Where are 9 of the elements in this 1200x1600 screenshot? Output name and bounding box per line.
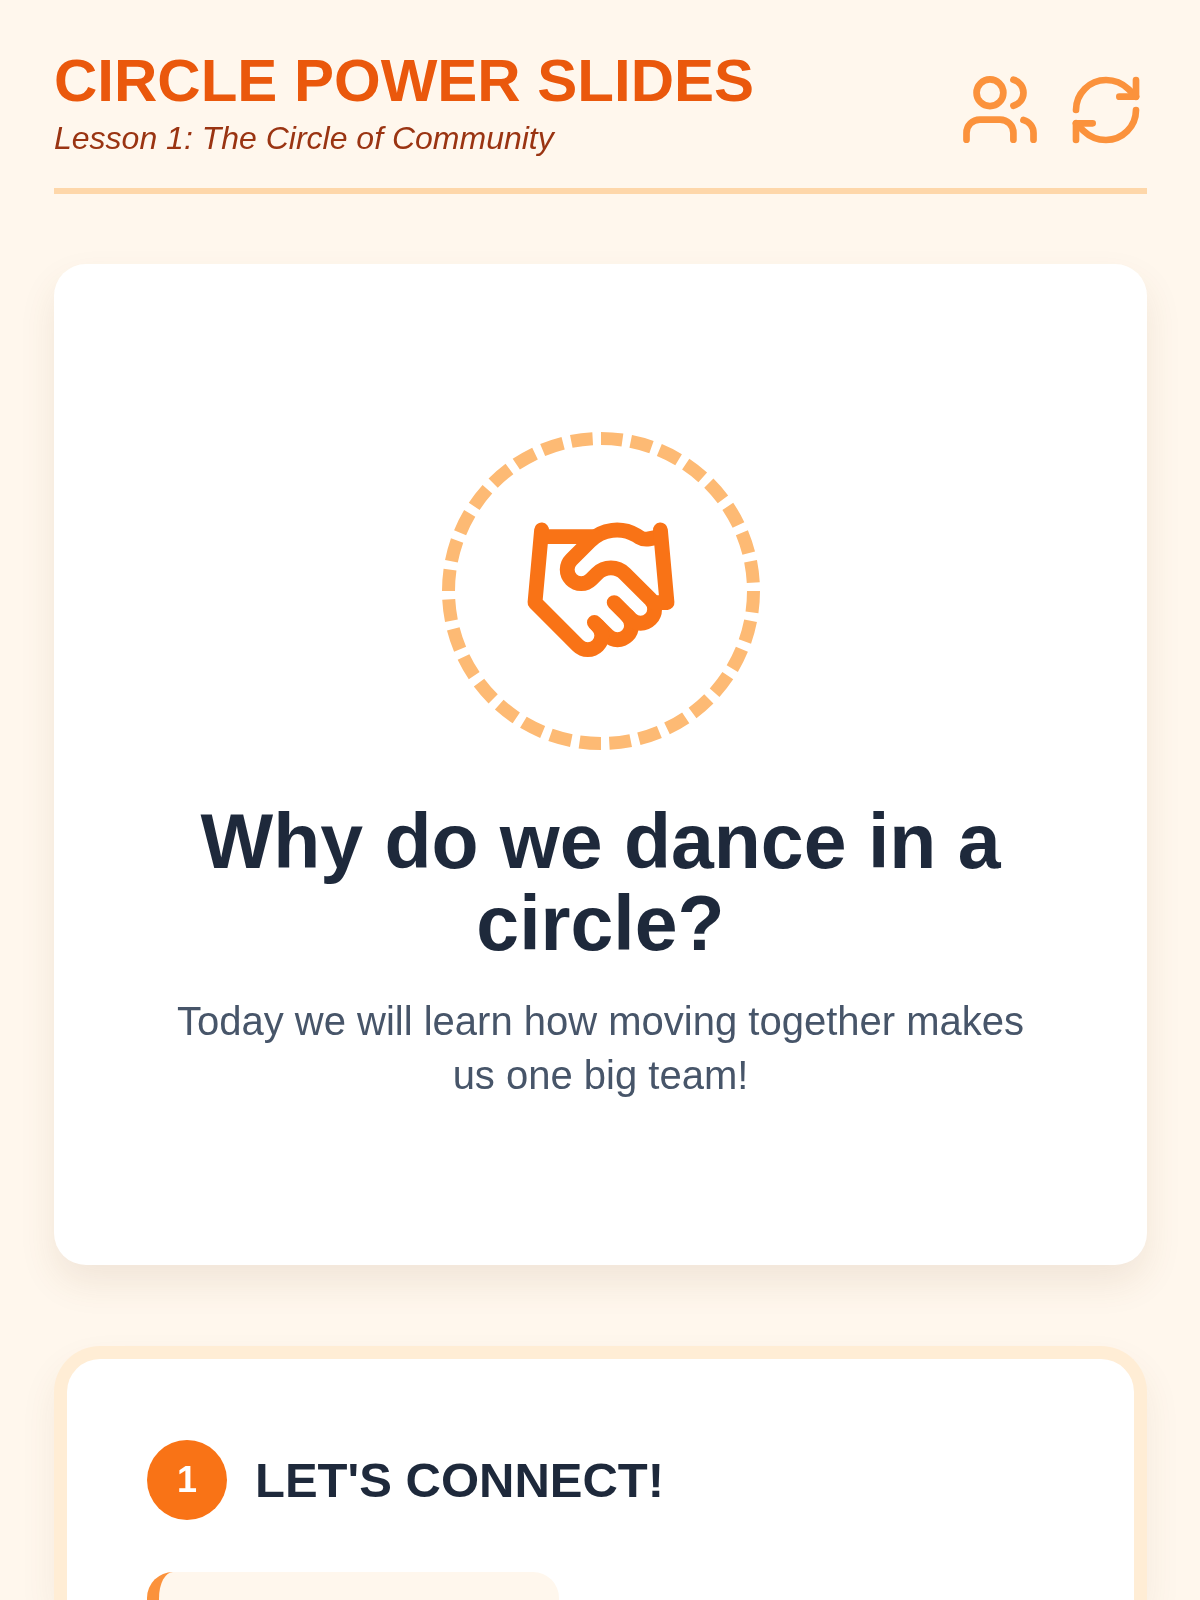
step-heading: LET'S CONNECT!: [255, 1452, 665, 1509]
app-title: CIRCLE POWER SLIDES: [54, 49, 755, 113]
step-number-badge: 1: [147, 1440, 227, 1520]
refresh-icon[interactable]: [1071, 74, 1141, 145]
people-icon[interactable]: [963, 76, 1037, 143]
lesson-subtitle: Lesson 1: The Circle of Community: [54, 120, 556, 156]
slide-description: Today we will learn how moving together makes us one big team!: [175, 998, 1026, 1099]
slide-heading: Why do we dance in a circle?: [199, 800, 1002, 964]
handshake-icon: [441, 432, 760, 750]
